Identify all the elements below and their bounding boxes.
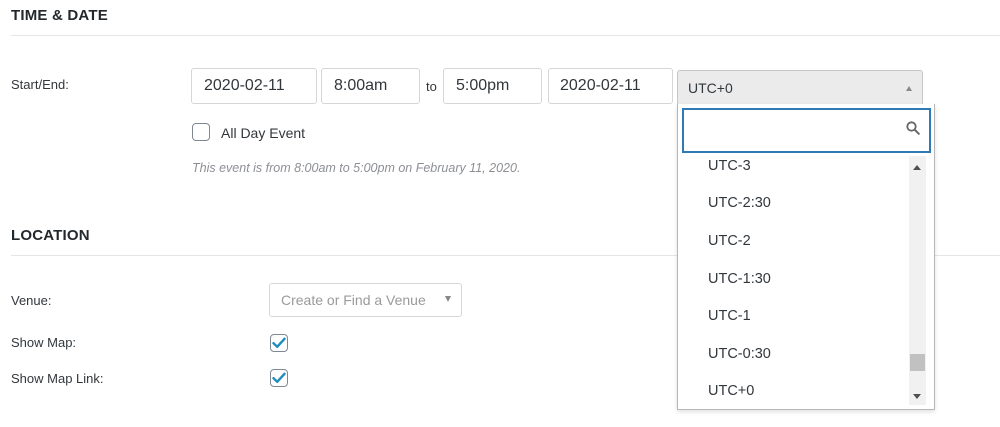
end-time-input[interactable]: 5:00pm	[443, 68, 542, 104]
checkmark-icon	[272, 337, 286, 348]
timezone-select[interactable]: UTC+0	[677, 70, 923, 105]
timezone-option[interactable]: UTC+0	[678, 373, 908, 406]
show-map-link-checkbox[interactable]	[270, 369, 288, 387]
timezone-option[interactable]: UTC-1:30	[678, 260, 908, 298]
venue-select[interactable]: Create or Find a Venue	[269, 283, 462, 317]
start-time-input[interactable]: 8:00am	[321, 68, 420, 104]
chevron-down-icon	[445, 296, 451, 302]
venue-placeholder: Create or Find a Venue	[281, 292, 426, 308]
scrollbar-thumb[interactable]	[910, 354, 925, 371]
venue-label: Venue:	[11, 293, 52, 308]
time-date-heading: TIME & DATE	[11, 7, 108, 24]
timezone-option[interactable]: UTC-2	[678, 222, 908, 260]
scroll-down-arrow-icon[interactable]	[913, 394, 921, 399]
show-map-label: Show Map:	[11, 335, 77, 350]
options-scrollbar[interactable]	[909, 156, 926, 405]
location-heading: LOCATION	[11, 227, 90, 244]
timezone-option[interactable]: UTC-3	[678, 151, 908, 185]
start-date-input[interactable]: 2020-02-11	[191, 68, 317, 104]
timezone-selected-value: UTC+0	[688, 79, 733, 96]
timezone-search-input[interactable]	[682, 108, 931, 153]
timezone-dropdown: UTC-3 UTC-2:30 UTC-2 UTC-1:30 UTC-1 UTC-…	[677, 104, 935, 410]
timezone-option[interactable]: UTC-0:30	[678, 335, 908, 373]
timezone-options-list: UTC-3 UTC-2:30 UTC-2 UTC-1:30 UTC-1 UTC-…	[678, 151, 908, 406]
checkmark-icon	[272, 372, 286, 383]
show-map-link-label: Show Map Link:	[11, 371, 104, 386]
to-label: to	[426, 79, 437, 94]
all-day-label: All Day Event	[221, 125, 306, 141]
end-date-input[interactable]: 2020-02-11	[548, 68, 673, 104]
time-date-divider	[11, 35, 1000, 36]
chevron-up-icon	[906, 86, 912, 91]
search-icon	[906, 121, 920, 135]
event-summary-text: This event is from 8:00am to 5:00pm on F…	[192, 161, 521, 175]
timezone-option[interactable]: UTC-1	[678, 297, 908, 335]
show-map-checkbox[interactable]	[270, 334, 288, 352]
scroll-up-arrow-icon[interactable]	[913, 165, 921, 170]
start-end-label: Start/End:	[11, 77, 69, 92]
timezone-option[interactable]: UTC-2:30	[678, 185, 908, 223]
all-day-checkbox[interactable]	[192, 123, 210, 141]
